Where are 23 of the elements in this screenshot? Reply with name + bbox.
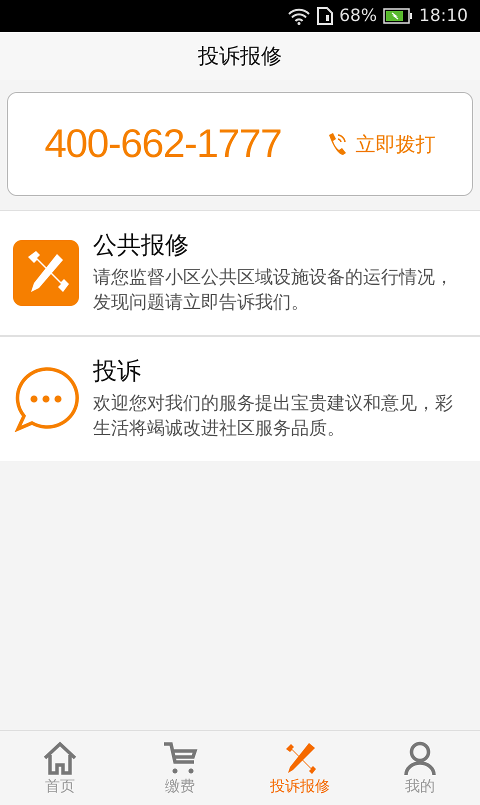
tab[interactable]: 投诉报修 <box>240 740 360 796</box>
tab[interactable]: 我的 <box>360 740 480 796</box>
service-item[interactable]: 投诉 欢迎您对我们的服务提出宝贵建议和意见，彩生活将竭诚改进社区服务品质。 <box>0 337 480 461</box>
person-icon <box>402 740 438 774</box>
chat-bubble-icon <box>13 366 79 432</box>
sim-card-icon <box>317 7 334 25</box>
home-icon <box>42 740 78 774</box>
service-description: 欢迎您对我们的服务提出宝贵建议和意见，彩生活将竭诚改进社区服务品质。 <box>93 392 454 441</box>
page-title: 投诉报修 <box>198 43 282 70</box>
battery-icon <box>383 8 413 24</box>
phone-number: 400-662-1777 <box>44 122 282 166</box>
clock: 18:10 <box>419 6 468 26</box>
battery-percent: 68% <box>339 6 377 26</box>
service-item[interactable]: 公共报修 请您监督小区公共区域设施设备的运行情况，发现问题请立即告诉我们。 <box>0 211 480 335</box>
service-title: 投诉 <box>93 356 142 387</box>
service-description: 请您监督小区公共区域设施设备的运行情况，发现问题请立即告诉我们。 <box>93 266 454 315</box>
tab[interactable]: 缴费 <box>120 740 240 796</box>
cart-icon <box>162 740 198 774</box>
service-title: 公共报修 <box>93 230 190 261</box>
wifi-icon <box>287 7 312 25</box>
tools-icon <box>13 240 79 306</box>
tab[interactable]: 首页 <box>0 740 120 796</box>
call-button[interactable]: 立即拨打 <box>326 130 436 158</box>
